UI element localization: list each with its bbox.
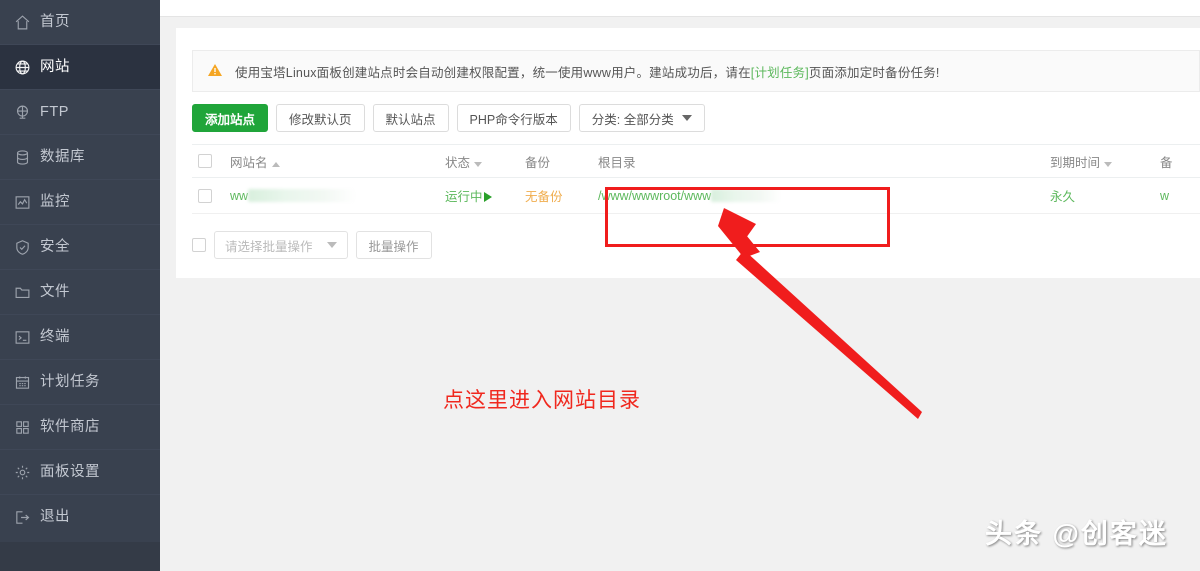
column-header-root-label: 根目录 [598,155,636,170]
sidebar-item-cron[interactable]: 计划任务 [0,360,160,405]
sidebar-item-logout[interactable]: 退出 [0,495,160,540]
column-header-expire[interactable]: 到期时间 [1050,152,1160,171]
database-icon [14,147,40,167]
sidebar-item-label: 首页 [40,13,70,30]
cell-backup[interactable]: 无备份 [525,186,598,205]
sidebar-item-monitor[interactable]: 监控 [0,180,160,225]
batch-select-all-checkbox[interactable] [192,238,206,252]
edit-default-page-button[interactable]: 修改默认页 [276,104,365,132]
cell-status[interactable]: 运行中 [445,186,525,205]
watermark: 头条 @创客迷 [985,519,1168,549]
globe-icon [14,57,40,77]
folder-icon [14,282,40,302]
table-header-row: 网站名 状态 备份 根目录 到期时间 备 [192,144,1200,178]
column-header-name-label: 网站名 [230,155,268,170]
chevron-down-icon [326,242,337,248]
calendar-icon [14,372,40,392]
expire-text: 永久 [1050,190,1076,204]
sidebar-item-label: 退出 [40,509,70,526]
shield-icon [14,237,40,257]
column-header-name[interactable]: 网站名 [230,152,445,171]
sidebar-item-files[interactable]: 文件 [0,270,160,315]
php-cli-version-button[interactable]: PHP命令行版本 [456,104,571,132]
sidebar-item-panel-settings[interactable]: 面板设置 [0,450,160,495]
select-all-cell[interactable] [192,154,230,168]
status-text: 运行中 [445,190,483,204]
sidebar-item-terminal[interactable]: 终端 [0,315,160,360]
sidebar-item-label: FTP [40,103,69,120]
sidebar-item-website[interactable]: 网站 [0,45,160,90]
category-filter-dropdown[interactable]: 分类: 全部分类 [578,104,705,132]
chevron-down-icon [681,115,692,121]
notice-text-after: 页面添加定时备份任务! [808,65,940,80]
monitor-icon [14,192,40,212]
batch-operation-button[interactable]: 批量操作 [355,231,432,259]
batch-operations-bar: 请选择批量操作 批量操作 [192,231,432,259]
row-checkbox[interactable] [198,188,212,203]
notice-link-cron[interactable]: [计划任务] [751,66,809,80]
sidebar-item-label: 安全 [40,238,70,255]
column-header-expire-label: 到期时间 [1050,155,1101,170]
home-icon [14,12,40,32]
column-header-backup: 备份 [525,152,598,171]
notice-text: 使用宝塔Linux面板创建站点时会自动创建权限配置，统一使用www用户。建站成功… [235,62,940,81]
column-header-note-label: 备 [1160,155,1173,170]
column-header-status[interactable]: 状态 [445,152,525,171]
site-name-text: ww [230,188,249,203]
select-all-checkbox[interactable] [198,154,212,168]
cell-expire[interactable]: 永久 [1050,186,1160,205]
cell-root-directory[interactable]: /www/wwwroot/www [598,188,1050,203]
note-text: w [1160,188,1170,203]
sidebar-footer-strip [0,542,160,571]
sort-desc-icon [474,161,483,167]
play-icon [483,192,492,202]
column-header-status-label: 状态 [445,155,471,170]
sidebar-item-security[interactable]: 安全 [0,225,160,270]
sites-table: 网站名 状态 备份 根目录 到期时间 备 ww 运行中 无备份 /www/www… [192,144,1200,214]
logout-icon [14,508,40,528]
sidebar-item-home[interactable]: 首页 [0,0,160,45]
content-panel: 使用宝塔Linux面板创建站点时会自动创建权限配置，统一使用www用户。建站成功… [176,28,1200,278]
warning-triangle-icon [207,62,227,81]
batch-operation-select[interactable]: 请选择批量操作 [214,231,348,259]
terminal-icon [14,327,40,347]
root-directory-text: /www/wwwroot/www [598,188,712,203]
sidebar-item-label: 软件商店 [40,418,100,435]
column-header-backup-label: 备份 [525,155,551,170]
notice-banner: 使用宝塔Linux面板创建站点时会自动创建权限配置，统一使用www用户。建站成功… [192,50,1200,92]
sidebar-item-label: 终端 [40,328,70,345]
sidebar: 首页 网站 FTP 数据库 监控 安全 文件 终端 计划任务 软件商店 面板设置… [0,0,160,542]
backup-text: 无备份 [525,190,563,204]
row-select-cell[interactable] [192,188,230,203]
default-site-button[interactable]: 默认站点 [372,104,449,132]
sidebar-item-label: 监控 [40,193,70,210]
gear-icon [14,462,40,482]
notice-text-before: 使用宝塔Linux面板创建站点时会自动创建权限配置，统一使用www用户。建站成功… [235,65,751,80]
sidebar-item-label: 面板设置 [40,463,100,480]
root-directory-redacted [711,188,782,202]
sidebar-item-label: 文件 [40,283,70,300]
annotation-text: 点这里进入网站目录 [443,389,641,412]
sort-asc-icon [271,161,280,167]
ftp-icon [14,102,40,122]
add-site-button[interactable]: 添加站点 [192,104,269,132]
sidebar-item-ftp[interactable]: FTP [0,90,160,135]
toolbar: 添加站点 修改默认页 默认站点 PHP命令行版本 分类: 全部分类 [192,104,705,132]
sidebar-item-label: 计划任务 [40,373,100,390]
site-name-redacted [248,188,357,202]
sidebar-item-app-store[interactable]: 软件商店 [0,405,160,450]
batch-operation-placeholder: 请选择批量操作 [225,239,313,254]
sidebar-item-database[interactable]: 数据库 [0,135,160,180]
sidebar-item-label: 网站 [40,58,70,75]
column-header-root: 根目录 [598,152,1050,171]
top-bar [160,0,1200,17]
sidebar-item-label: 数据库 [40,148,85,165]
sort-desc-icon [1104,161,1113,167]
table-row[interactable]: ww 运行中 无备份 /www/wwwroot/www 永久 w [192,178,1200,214]
grid-icon [14,417,40,437]
cell-site-name[interactable]: ww [230,188,445,203]
column-header-note: 备 [1160,152,1200,171]
category-filter-label: 分类: 全部分类 [591,112,674,127]
cell-note[interactable]: w [1160,189,1200,203]
